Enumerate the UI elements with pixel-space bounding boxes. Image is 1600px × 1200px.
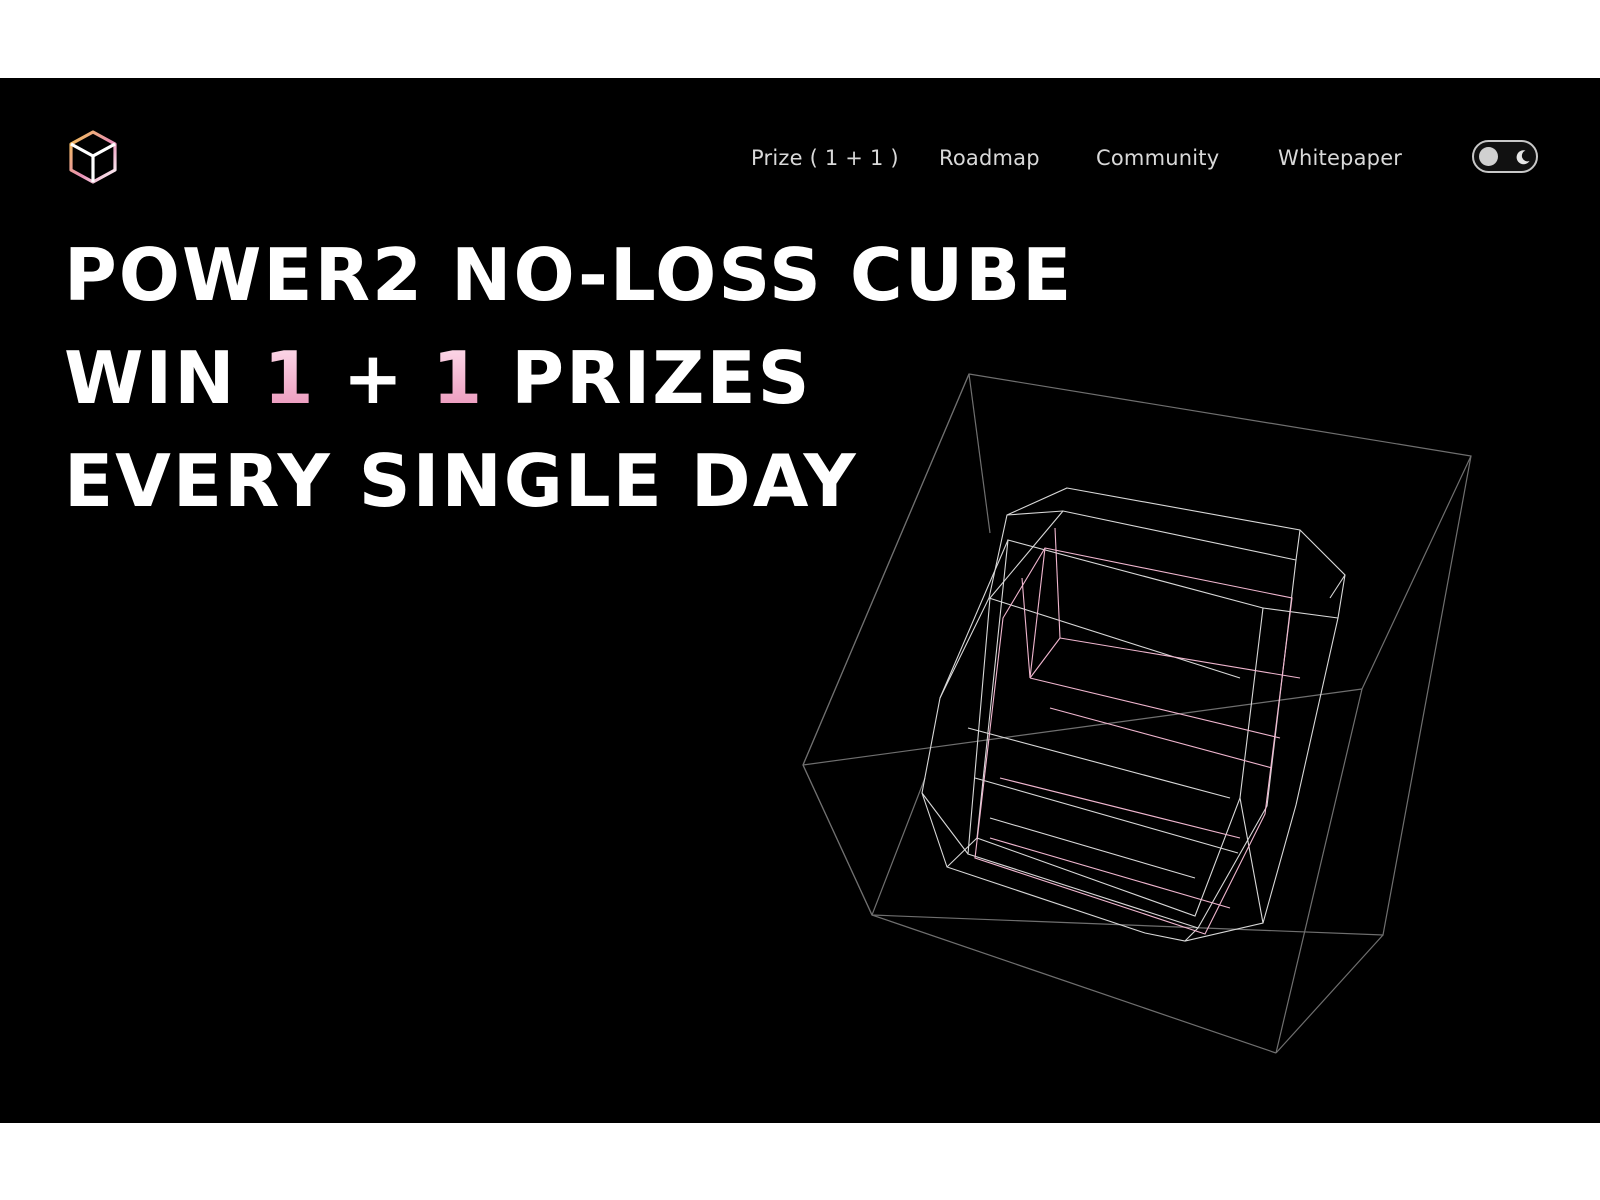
toggle-knob <box>1479 147 1498 166</box>
headline-prizes-text: PRIZES <box>484 336 812 420</box>
headline-prize-number-1: 1 <box>263 336 316 420</box>
inner-cube-pink-wireframe <box>974 527 1301 935</box>
theme-toggle[interactable] <box>1472 140 1538 173</box>
headline-line-1: POWER2 NO-LOSS CUBE <box>64 233 1074 317</box>
hero-headline: POWER2 NO-LOSS CUBE WIN 1 + 1 PRIZES EVE… <box>64 224 1073 533</box>
nav-link-roadmap[interactable]: Roadmap <box>939 140 1040 176</box>
nav-link-community[interactable]: Community <box>1096 140 1219 176</box>
main-nav: Prize ( 1 + 1 ) Roadmap Community Whitep… <box>0 140 1600 176</box>
moon-icon <box>1516 150 1530 165</box>
headline-prize-number-2: 1 <box>432 336 485 420</box>
headline-line-2: WIN 1 + 1 PRIZES <box>64 327 1073 430</box>
nav-link-prize[interactable]: Prize ( 1 + 1 ) <box>751 140 899 176</box>
headline-win-text: WIN <box>64 336 264 420</box>
nav-link-whitepaper[interactable]: Whitepaper <box>1278 140 1402 176</box>
headline-plus-sign: + <box>315 336 433 420</box>
inner-cube-wireframe <box>921 487 1346 942</box>
hero-section: Prize ( 1 + 1 ) Roadmap Community Whitep… <box>0 78 1600 1123</box>
headline-line-3: EVERY SINGLE DAY <box>64 439 858 523</box>
